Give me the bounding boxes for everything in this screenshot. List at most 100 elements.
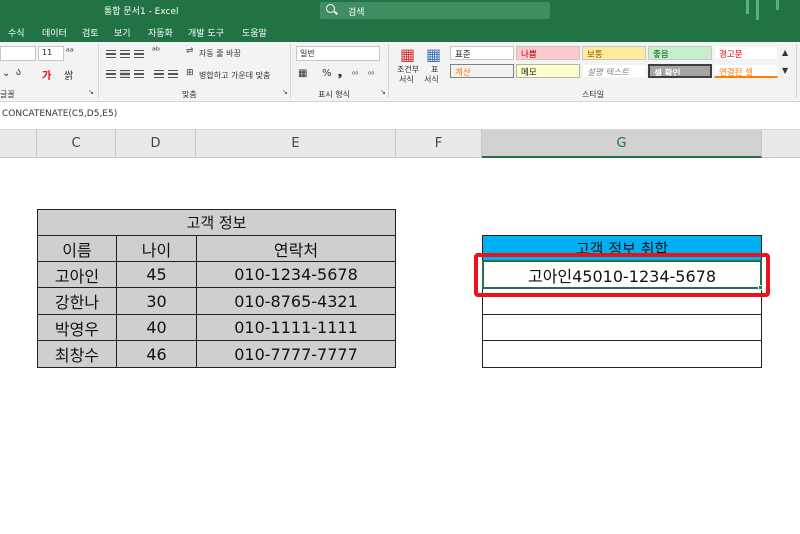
column-header-g[interactable]: G bbox=[482, 130, 762, 158]
align-middle-icon[interactable] bbox=[120, 50, 130, 58]
cell-g8[interactable] bbox=[482, 340, 762, 368]
wrap-text-button[interactable]: 자동 줄 바꿈 bbox=[199, 48, 241, 59]
ribbon-separator bbox=[796, 44, 797, 98]
style-warning[interactable]: 경고문 bbox=[714, 46, 778, 60]
format-table-label-2[interactable]: 서식 bbox=[424, 74, 439, 85]
cell-g7[interactable] bbox=[482, 314, 762, 341]
conditional-format-label-2[interactable]: 서식 bbox=[399, 74, 414, 85]
column-header-c[interactable]: C bbox=[37, 130, 116, 158]
increase-font-icon[interactable]: ᵃᵃ bbox=[66, 47, 74, 58]
column-header-h[interactable] bbox=[762, 130, 800, 158]
column-header-e[interactable]: E bbox=[196, 130, 396, 158]
cell-d6[interactable]: 30 bbox=[116, 287, 197, 315]
fill-handle[interactable] bbox=[758, 285, 763, 290]
cell-d5[interactable]: 45 bbox=[116, 261, 197, 288]
menu-view[interactable]: 보기 bbox=[114, 26, 131, 39]
font-color-icon[interactable]: ა bbox=[16, 67, 21, 78]
style-check-cell[interactable]: 셀 확인 bbox=[648, 64, 712, 78]
cell-d8[interactable]: 46 bbox=[116, 340, 197, 368]
style-explanatory[interactable]: 설명 텍스트 bbox=[582, 64, 646, 78]
font-dialog-launcher-icon[interactable]: ↘ bbox=[88, 88, 94, 96]
style-normal[interactable]: 표준 bbox=[450, 46, 514, 60]
search-box[interactable]: 검색 bbox=[320, 2, 550, 19]
menu-formulas[interactable]: 수식 bbox=[8, 26, 25, 39]
align-bottom-icon[interactable] bbox=[134, 50, 144, 58]
currency-icon[interactable]: ▦ bbox=[298, 68, 307, 79]
align-right-icon[interactable] bbox=[134, 70, 144, 78]
font-group-label: 글꼴 bbox=[0, 90, 15, 99]
style-bad[interactable]: 나쁨 bbox=[516, 46, 580, 60]
font-name-dropdown[interactable] bbox=[0, 46, 36, 61]
window-title: 통합 문서1 - Excel bbox=[104, 7, 179, 17]
menu-data[interactable]: 데이터 bbox=[42, 26, 67, 39]
number-group-label: 표시 형식 bbox=[318, 90, 350, 99]
search-placeholder: 검색 bbox=[348, 8, 365, 18]
style-neutral[interactable]: 보통 bbox=[582, 46, 646, 60]
style-good[interactable]: 좋음 bbox=[648, 46, 712, 60]
conditional-format-icon[interactable]: ▦ bbox=[400, 45, 415, 64]
ribbon-separator bbox=[290, 44, 291, 98]
decrease-decimal-icon[interactable]: ⁰⁰ bbox=[368, 70, 374, 79]
cell-g5[interactable]: 고아인45010-1234-5678 bbox=[482, 261, 762, 288]
wrap-text-icon[interactable]: ⇌ bbox=[186, 46, 194, 56]
ribbon: 11 ᵃᵃ ⌄ ა 가 쌁 글꼴 ↘ ᵃᵇ ⇌ 자동 줄 바꿈 ⊞ 병합하고 가… bbox=[0, 42, 800, 102]
formula-text[interactable]: CONCATENATE(C5,D5,E5) bbox=[2, 109, 117, 119]
formula-bar[interactable]: CONCATENATE(C5,D5,E5) bbox=[0, 102, 800, 130]
menu-developer[interactable]: 개발 도구 bbox=[188, 26, 224, 39]
cell-e7[interactable]: 010-1111-1111 bbox=[196, 314, 396, 341]
result-table-title[interactable]: 고객 정보 취합 bbox=[482, 235, 762, 262]
cell-e8[interactable]: 010-7777-7777 bbox=[196, 340, 396, 368]
styles-scroll-up-icon[interactable]: ▲ bbox=[782, 48, 788, 57]
app-decoration-icon bbox=[746, 0, 749, 14]
app-decoration-icon bbox=[756, 0, 759, 20]
phonetic-icon[interactable]: 쌁 bbox=[64, 67, 73, 82]
column-header-f[interactable]: F bbox=[396, 130, 482, 158]
merge-center-button[interactable]: 병합하고 가운데 맞춤 bbox=[199, 70, 270, 81]
column-header-b[interactable] bbox=[0, 130, 37, 158]
align-group-label: 맞춤 bbox=[182, 90, 197, 99]
menu-review[interactable]: 검토 bbox=[82, 26, 99, 39]
align-left-icon[interactable] bbox=[106, 70, 116, 78]
style-calculation[interactable]: 계산 bbox=[450, 64, 514, 78]
percent-icon[interactable]: % bbox=[322, 68, 332, 79]
comma-icon[interactable]: ❟ bbox=[338, 68, 342, 79]
cell-e5[interactable]: 010-1234-5678 bbox=[196, 261, 396, 288]
orientation-icon[interactable]: ᵃᵇ bbox=[152, 46, 160, 57]
number-dialog-launcher-icon[interactable]: ↘ bbox=[380, 88, 386, 96]
cell-e6[interactable]: 010-8765-4321 bbox=[196, 287, 396, 315]
text-color-icon[interactable]: 가 bbox=[42, 67, 51, 82]
styles-group-label: 스타일 bbox=[582, 90, 605, 99]
format-table-icon[interactable]: ▦ bbox=[426, 45, 441, 64]
search-icon bbox=[326, 4, 335, 13]
cell-c7[interactable]: 박영우 bbox=[37, 314, 117, 341]
font-size-value: 11 bbox=[42, 48, 53, 57]
number-format-dropdown[interactable]: 일반 bbox=[296, 46, 380, 61]
styles-scroll-down-icon[interactable]: ▼ bbox=[782, 66, 788, 75]
indent-increase-icon[interactable] bbox=[168, 70, 178, 78]
align-top-icon[interactable] bbox=[106, 50, 116, 58]
ribbon-separator bbox=[98, 44, 99, 98]
merge-icon[interactable]: ⊞ bbox=[186, 68, 194, 78]
fill-color-icon[interactable]: ⌄ bbox=[2, 68, 10, 79]
app-decoration-icon bbox=[776, 0, 779, 10]
increase-decimal-icon[interactable]: ⁰⁰ bbox=[352, 70, 358, 79]
header-age[interactable]: 나이 bbox=[116, 235, 197, 262]
header-name[interactable]: 이름 bbox=[37, 235, 117, 262]
align-center-icon[interactable] bbox=[120, 70, 130, 78]
style-linked-cell[interactable]: 연결된 셀 bbox=[714, 64, 778, 78]
style-note[interactable]: 메모 bbox=[516, 64, 580, 78]
menu-help[interactable]: 도움말 bbox=[242, 26, 267, 39]
cell-d7[interactable]: 40 bbox=[116, 314, 197, 341]
customer-table-title[interactable]: 고객 정보 bbox=[37, 209, 396, 236]
menu-automate[interactable]: 자동화 bbox=[148, 26, 173, 39]
column-header-d[interactable]: D bbox=[116, 130, 196, 158]
align-dialog-launcher-icon[interactable]: ↘ bbox=[282, 88, 288, 96]
number-format-value: 일반 bbox=[300, 49, 315, 58]
indent-decrease-icon[interactable] bbox=[154, 70, 164, 78]
cell-g6[interactable] bbox=[482, 287, 762, 315]
cell-c5[interactable]: 고아인 bbox=[37, 261, 117, 288]
header-contact[interactable]: 연락처 bbox=[196, 235, 396, 262]
cell-c6[interactable]: 강한나 bbox=[37, 287, 117, 315]
font-size-dropdown[interactable]: 11 bbox=[38, 46, 64, 61]
cell-c8[interactable]: 최창수 bbox=[37, 340, 117, 368]
